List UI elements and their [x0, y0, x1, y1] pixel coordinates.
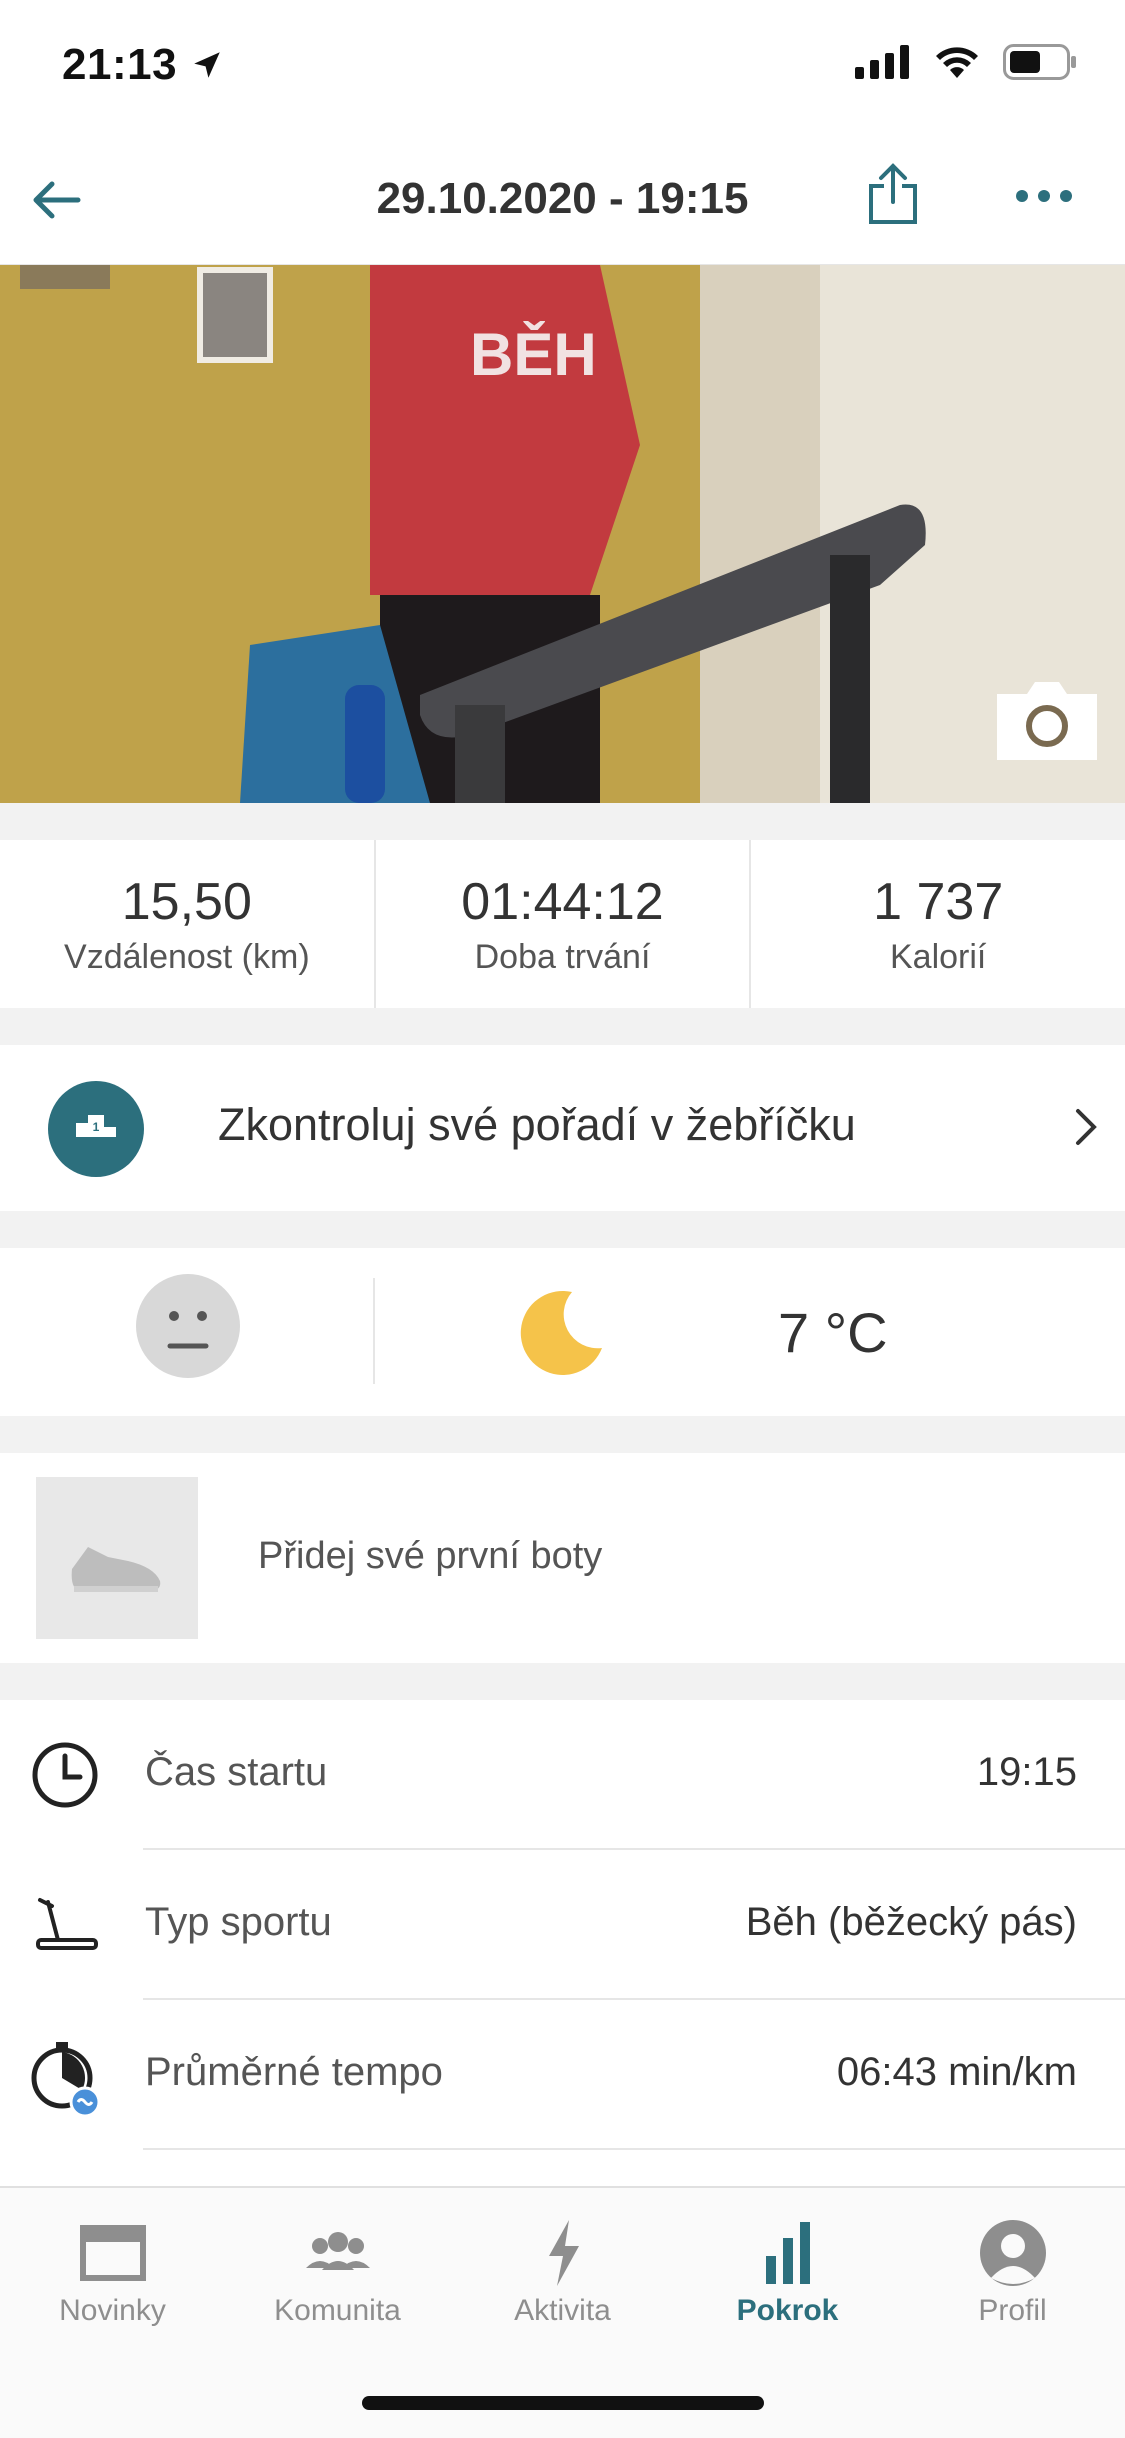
pace-stopwatch-icon: [30, 2040, 101, 2118]
news-icon: [79, 2225, 146, 2281]
share-button[interactable]: [866, 162, 920, 226]
location-arrow-icon: [194, 52, 220, 78]
stat-duration-value: 01:44:12: [461, 873, 664, 931]
wifi-icon: [936, 47, 978, 78]
stat-calories-value: 1 737: [873, 873, 1004, 931]
tab-aktivita[interactable]: Aktivita: [450, 2208, 675, 2348]
tab-komunita[interactable]: Komunita: [225, 2208, 450, 2348]
stat-distance: 15,50 Vzdálenost (km): [0, 840, 374, 1008]
camera-icon: [997, 682, 1097, 760]
bar-chart-icon: [765, 2222, 810, 2284]
stat-calories: 1 737 Kalorií: [749, 840, 1125, 1008]
tab-label: Pokrok: [736, 2294, 839, 2327]
battery-icon: [1003, 44, 1076, 80]
divider: [373, 1278, 375, 1384]
profile-icon: [979, 2220, 1046, 2286]
stat-distance-label: Vzdálenost (km): [64, 938, 310, 976]
shoe-icon: [71, 1547, 161, 1592]
tab-label: Profil: [978, 2294, 1047, 2327]
section-separator: [0, 1416, 1125, 1453]
row-divider: [143, 2148, 1125, 2150]
section-separator: [0, 1211, 1125, 1248]
detail-label: Průměrné tempo: [145, 2050, 443, 2094]
svg-text:1: 1: [93, 1120, 100, 1134]
tab-profil[interactable]: Profil: [900, 2208, 1125, 2348]
tab-label: Novinky: [59, 2294, 166, 2327]
detail-value: Běh (běžecký pás): [745, 1900, 1077, 1944]
tab-novinky[interactable]: Novinky: [0, 2208, 225, 2348]
detail-row-start-time: Čas startu 19:15: [0, 1700, 1125, 1850]
detail-value: 19:15: [976, 1750, 1077, 1794]
moon-icon: [516, 1288, 606, 1378]
section-separator: [0, 1008, 1125, 1045]
lightning-icon: [548, 2220, 579, 2286]
detail-row-avg-pace: Průměrné tempo 06:43 min/km: [0, 2000, 1125, 2150]
stat-distance-value: 15,50: [121, 873, 252, 931]
add-shoes-row[interactable]: Přidej své první boty: [0, 1453, 1125, 1663]
detail-label: Typ sportu: [145, 1900, 332, 1944]
more-dots-icon: [1016, 190, 1072, 202]
detail-row-sport-type: Typ sportu Běh (běžecký pás): [0, 1850, 1125, 2000]
page-title: 29.10.2020 - 19:15: [376, 174, 749, 223]
chevron-right-icon: [1072, 1105, 1100, 1149]
section-separator: [0, 803, 1125, 840]
detail-label: Čas startu: [145, 1750, 328, 1794]
tab-label: Aktivita: [514, 2294, 611, 2327]
podium-icon: 1: [48, 1081, 144, 1177]
add-shoes-label: Přidej své první boty: [258, 1535, 603, 1577]
share-icon: [869, 163, 917, 224]
status-time-text: 21:13: [62, 40, 178, 89]
status-time: 21:13: [62, 40, 224, 90]
treadmill-icon: [30, 1890, 100, 1960]
temperature-value: 7 °C: [778, 1301, 888, 1364]
leaderboard-label: Zkontroluj své pořadí v žebříčku: [218, 1099, 856, 1150]
section-separator: [0, 1663, 1125, 1700]
cellular-signal-icon: [855, 45, 909, 79]
stat-calories-label: Kalorií: [889, 938, 987, 976]
header: 29.10.2020 - 19:15: [0, 150, 1125, 266]
more-options-button[interactable]: [1012, 184, 1076, 208]
add-photo-button[interactable]: [993, 680, 1101, 762]
leaderboard-row[interactable]: 1 Zkontroluj své pořadí v žebříčku: [0, 1045, 1125, 1211]
shoe-placeholder: [36, 1477, 198, 1639]
stat-duration-label: Doba trvání: [474, 938, 651, 976]
mood-neutral-face-icon[interactable]: [136, 1274, 240, 1378]
home-indicator[interactable]: [362, 2396, 764, 2410]
treadmill-photo-illustration: BĚH: [0, 265, 1125, 803]
tab-label: Komunita: [274, 2294, 401, 2327]
stat-duration: 01:44:12 Doba trvání: [373, 840, 750, 1008]
tab-pokrok[interactable]: Pokrok: [675, 2208, 900, 2348]
clock-icon: [30, 1740, 100, 1810]
community-icon: [305, 2232, 370, 2270]
detail-value: 06:43 min/km: [836, 2050, 1077, 2094]
svg-text:BĚH: BĚH: [470, 321, 597, 388]
activity-photo[interactable]: BĚH: [0, 265, 1125, 803]
status-indicators: [855, 44, 1077, 80]
activity-stats: 15,50 Vzdálenost (km) 01:44:12 Doba trvá…: [0, 840, 1125, 1008]
mood-weather-row: 7 °C: [0, 1248, 1125, 1416]
